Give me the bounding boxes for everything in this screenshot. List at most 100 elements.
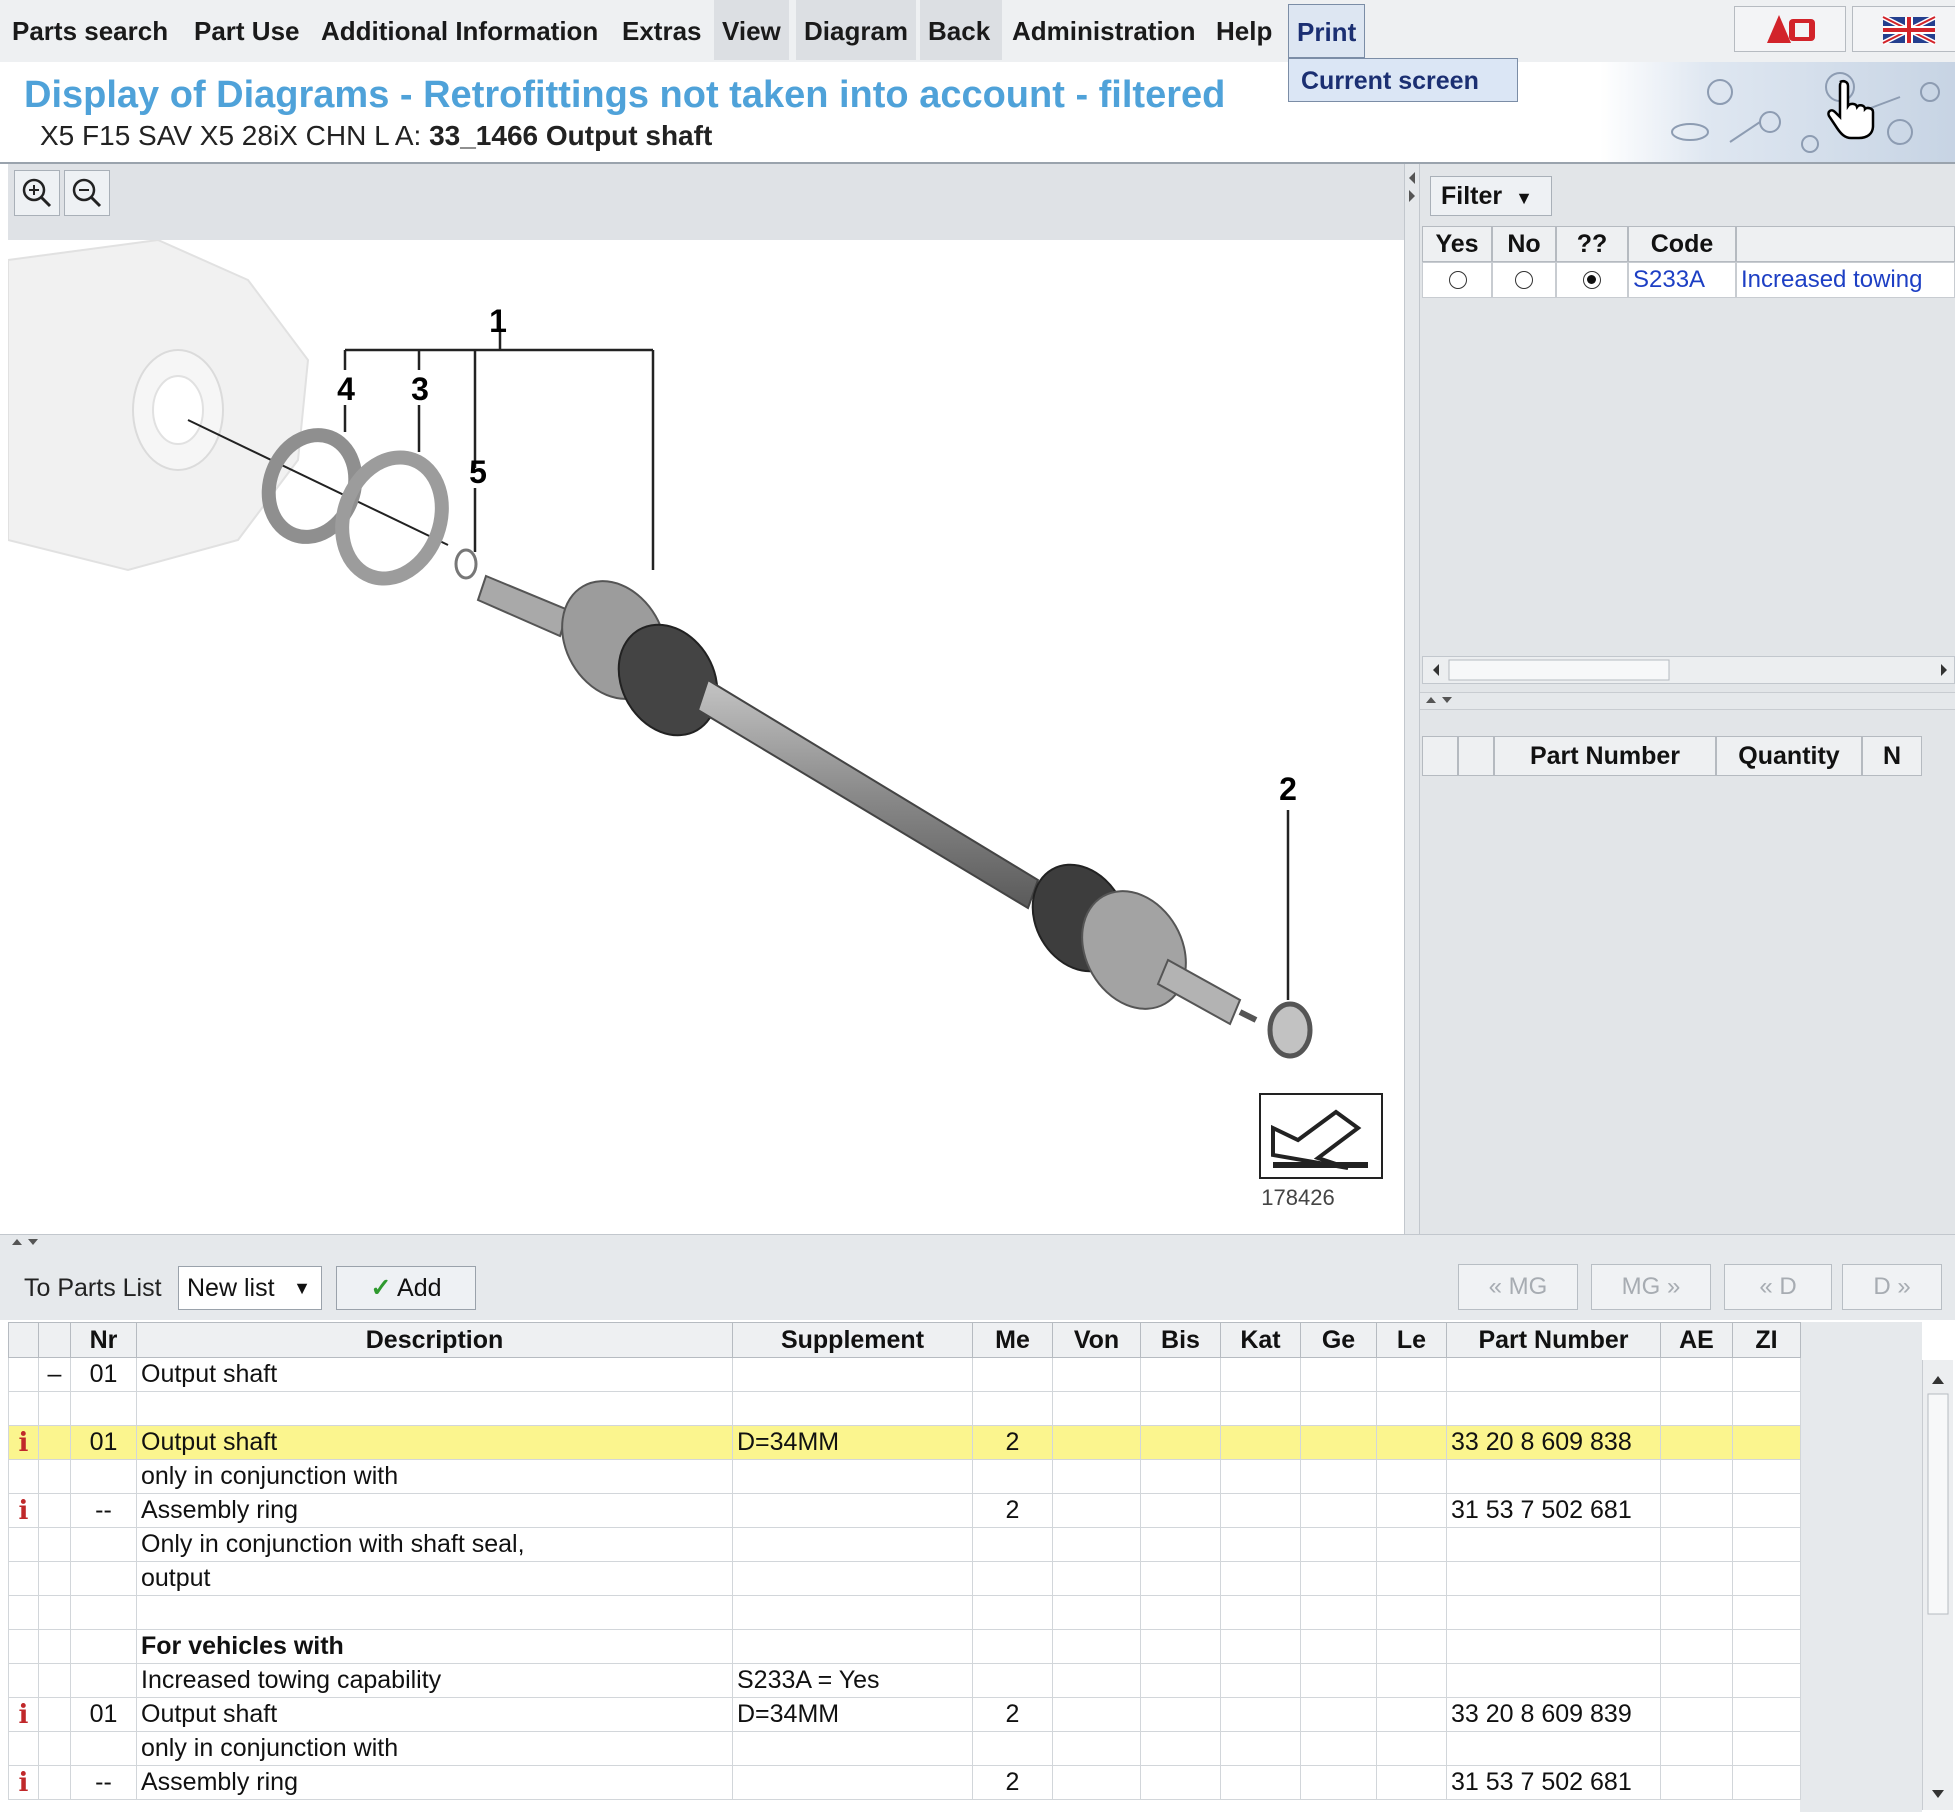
menu-print[interactable]: Print: [1288, 4, 1366, 58]
row-part-number: [1446, 1595, 1661, 1630]
to-parts-list-label: To Parts List: [24, 1274, 162, 1302]
zoom-out-button[interactable]: [64, 170, 110, 216]
row-von: [1052, 1697, 1141, 1732]
menu-additional-information[interactable]: Additional Information: [313, 0, 606, 60]
parts-list-select[interactable]: New list ▼: [178, 1266, 322, 1310]
filter-unknown-radio[interactable]: [1583, 271, 1601, 289]
row-quantity: [972, 1629, 1053, 1664]
checkmark-icon: ✓: [370, 1274, 392, 1302]
table-row[interactable]: i 01 Output shaft D=34MM 2 33 20 8 609 838: [8, 1425, 1801, 1460]
info-icon[interactable]: i: [8, 1697, 39, 1732]
menu-parts-search[interactable]: Parts search: [4, 0, 176, 60]
tree-toggle: [38, 1425, 71, 1460]
col-header-zi[interactable]: ZI: [1732, 1322, 1801, 1358]
menu-extras[interactable]: Extras: [614, 0, 710, 60]
row-le: [1376, 1697, 1447, 1732]
col-header-part-number[interactable]: Part Number: [1446, 1322, 1661, 1358]
callout-2: 2: [1279, 771, 1297, 807]
row-bis: [1140, 1493, 1221, 1528]
row-ae: [1660, 1731, 1733, 1766]
right-table-header-blank: [1422, 736, 1458, 776]
col-header-ae[interactable]: AE: [1660, 1322, 1733, 1358]
table-row[interactable]: output: [8, 1561, 1801, 1596]
row-ae: [1660, 1391, 1733, 1426]
info-icon[interactable]: i: [8, 1765, 39, 1800]
col-header-me[interactable]: Me: [972, 1322, 1053, 1358]
row-description: Output shaft: [136, 1425, 733, 1460]
table-row[interactable]: i -- Assembly ring 2 31 53 7 502 681: [8, 1493, 1801, 1528]
col-header-le[interactable]: Le: [1376, 1322, 1447, 1358]
parts-table-vertical-scrollbar[interactable]: [1922, 1360, 1953, 1810]
parts-toolbar: To Parts List New list ▼ ✓ Add « MG MG »…: [0, 1250, 1955, 1320]
table-row[interactable]: Increased towing capability S233A = Yes: [8, 1663, 1801, 1698]
row-nr: [70, 1663, 137, 1698]
table-row[interactable]: –01 Output shaft: [8, 1357, 1801, 1392]
horizontal-splitter[interactable]: [1420, 692, 1955, 710]
prev-main-group-button[interactable]: « MG: [1458, 1264, 1578, 1310]
col-header-nr[interactable]: Nr: [70, 1322, 137, 1358]
row-ae: [1660, 1561, 1733, 1596]
col-header-ge[interactable]: Ge: [1300, 1322, 1377, 1358]
vertical-splitter[interactable]: [1404, 164, 1420, 1234]
next-diagram-button[interactable]: D »: [1842, 1264, 1942, 1310]
col-header-supplement[interactable]: Supplement: [732, 1322, 973, 1358]
row-part-number: [1446, 1561, 1661, 1596]
row-quantity: [972, 1561, 1053, 1596]
table-row[interactable]: Only in conjunction with shaft seal,: [8, 1527, 1801, 1562]
tree-toggle: [38, 1765, 71, 1800]
row-le: [1376, 1493, 1447, 1528]
menu-help[interactable]: Help: [1208, 0, 1280, 60]
table-row[interactable]: only in conjunction with: [8, 1731, 1801, 1766]
table-row[interactable]: [8, 1391, 1801, 1426]
print-current-screen-option[interactable]: Current screen: [1288, 58, 1518, 102]
row-supplement: [732, 1595, 973, 1630]
info-icon[interactable]: i: [8, 1493, 39, 1528]
menu-view[interactable]: View: [714, 0, 789, 60]
add-button[interactable]: ✓ Add: [336, 1266, 476, 1310]
alert-flag-button[interactable]: [1734, 6, 1846, 52]
info-icon[interactable]: i: [8, 1425, 39, 1460]
table-row[interactable]: only in conjunction with: [8, 1459, 1801, 1494]
filter-dropdown-button[interactable]: Filter ▼: [1430, 176, 1552, 216]
callout-3: 3: [411, 371, 429, 407]
filter-horizontal-scrollbar[interactable]: [1422, 656, 1955, 684]
row-zi: [1732, 1765, 1801, 1800]
menu-diagram[interactable]: Diagram: [796, 0, 917, 60]
row-von: [1052, 1459, 1141, 1494]
diagram-toolbar: [8, 164, 1404, 240]
row-quantity: [972, 1663, 1053, 1698]
row-le: [1376, 1391, 1447, 1426]
row-le: [1376, 1459, 1447, 1494]
col-header-description[interactable]: Description: [136, 1322, 733, 1358]
table-row[interactable]: For vehicles with: [8, 1629, 1801, 1664]
info-icon: [8, 1663, 39, 1698]
info-icon: [8, 1595, 39, 1630]
col-header-von[interactable]: Von: [1052, 1322, 1141, 1358]
menu-bar: Parts search Part Use Additional Informa…: [0, 0, 1955, 63]
filter-description-cell[interactable]: Increased towing: [1736, 262, 1955, 298]
part-5-circlip: [454, 548, 478, 580]
prev-diagram-button[interactable]: « D: [1724, 1264, 1832, 1310]
row-nr: [70, 1731, 137, 1766]
filter-code-cell[interactable]: S233A: [1628, 262, 1736, 298]
table-row[interactable]: i -- Assembly ring 2 31 53 7 502 681: [8, 1765, 1801, 1800]
col-header-bis[interactable]: Bis: [1140, 1322, 1221, 1358]
zoom-in-button[interactable]: [14, 170, 60, 216]
menu-administration[interactable]: Administration: [1004, 0, 1203, 60]
tree-toggle: [38, 1663, 71, 1698]
table-row[interactable]: i 01 Output shaft D=34MM 2 33 20 8 609 839: [8, 1697, 1801, 1732]
row-bis: [1140, 1357, 1221, 1392]
menu-part-use[interactable]: Part Use: [186, 0, 308, 60]
table-row[interactable]: [8, 1595, 1801, 1630]
next-main-group-button[interactable]: MG »: [1591, 1264, 1711, 1310]
filter-no-radio[interactable]: [1515, 271, 1533, 289]
exploded-parts-diagram: 1 2 3 4 5 178426: [8, 240, 1383, 1210]
row-nr: --: [70, 1493, 137, 1528]
filter-yes-radio[interactable]: [1449, 271, 1467, 289]
col-header-kat[interactable]: Kat: [1220, 1322, 1301, 1358]
language-flag-button[interactable]: [1852, 6, 1955, 52]
row-kat: [1220, 1663, 1301, 1698]
menu-back[interactable]: Back: [920, 0, 1002, 60]
add-label: Add: [397, 1274, 442, 1302]
right-table-header-quantity: Quantity: [1716, 736, 1862, 776]
